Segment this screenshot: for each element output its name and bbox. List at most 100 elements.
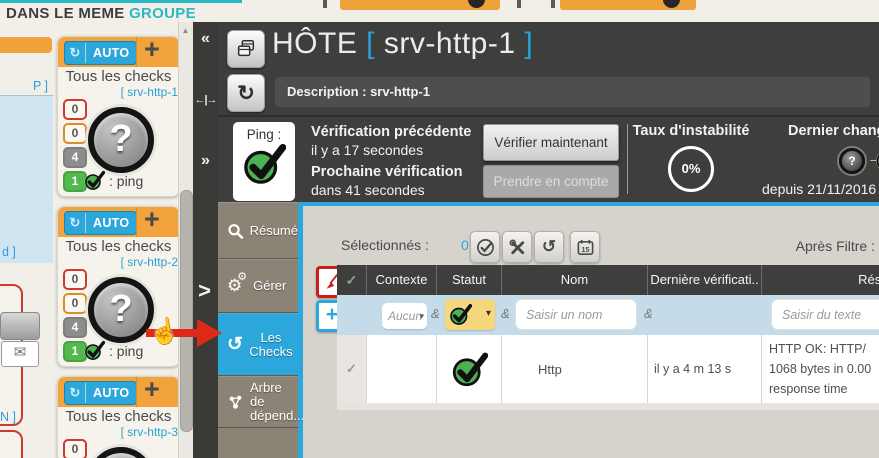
check-row-http[interactable]: ✓ Http il y a 4 m 13 s HTTP OK: HTTP/ 10… bbox=[337, 335, 879, 404]
card-host-name[interactable]: [ srv-http-3 bbox=[121, 425, 178, 439]
ping-label: Ping : bbox=[233, 127, 295, 142]
refresh-button[interactable]: ↻ bbox=[227, 74, 265, 112]
acknowledge-button[interactable]: Prendre en compte bbox=[483, 165, 619, 198]
tools-selection-button[interactable] bbox=[502, 231, 532, 263]
top-orange-fragment bbox=[340, 0, 500, 10]
tab-label: Résumé bbox=[250, 224, 298, 238]
acknowledge-selection-button[interactable] bbox=[470, 231, 500, 263]
bracket-close: ] bbox=[516, 27, 534, 60]
recheck-selection-button[interactable]: ↺ bbox=[534, 231, 564, 263]
fragment-dot-icon bbox=[468, 0, 485, 8]
top-fragment-tick bbox=[551, 0, 555, 8]
annotation-arrow-head bbox=[197, 319, 222, 347]
last-change-since: depuis 21/11/2016 bbox=[762, 181, 876, 197]
collapse-left-icon[interactable]: « bbox=[193, 30, 218, 48]
host-card-srv-http-3[interactable]: ↻ AUTO + Tous les checks [ srv-http-3 0 … bbox=[57, 376, 180, 458]
column-resultat[interactable]: Résultat bbox=[762, 265, 879, 295]
legend-label: : ping bbox=[109, 343, 143, 359]
check-circle-icon bbox=[476, 238, 495, 257]
card-header: ↻ AUTO + bbox=[58, 377, 179, 407]
schedule-selection-button[interactable]: 15 bbox=[570, 231, 600, 263]
tab-label: Les Checks bbox=[249, 331, 293, 359]
windows-stack-button[interactable] bbox=[227, 30, 265, 68]
tools-icon bbox=[508, 238, 527, 257]
edge-card-critical bbox=[0, 430, 23, 458]
cell-contexte bbox=[367, 335, 437, 403]
contexte-filter-value: Aucun bbox=[388, 309, 422, 323]
badge-critical[interactable]: 0 bbox=[63, 99, 87, 120]
refresh-icon: ↻ bbox=[65, 43, 86, 63]
ok-check-icon bbox=[84, 340, 105, 361]
statut-filter-dropdown[interactable]: ▾ bbox=[445, 299, 495, 330]
check-now-button[interactable]: Vérifier maintenant bbox=[483, 124, 619, 161]
selected-count: 0 bbox=[461, 237, 469, 253]
envelope-icon: ✉ bbox=[14, 344, 27, 361]
scrollbar-thumb[interactable] bbox=[180, 190, 193, 432]
scrollbar-up-icon[interactable]: ▲ bbox=[179, 24, 192, 38]
tab-gerer[interactable]: ⚙⚙ Gérer bbox=[218, 259, 298, 313]
tab-arbre-dependances[interactable]: Arbre de dépend... bbox=[218, 376, 298, 428]
host-card-srv-http-1[interactable]: ↻ AUTO + Tous les checks [ srv-http-1 0 … bbox=[57, 36, 180, 197]
auto-refresh-button[interactable]: ↻ AUTO bbox=[64, 381, 137, 405]
ok-check-icon bbox=[449, 303, 472, 326]
tab-resume[interactable]: Résumé bbox=[218, 202, 298, 259]
edge-host-tag: N ] bbox=[0, 410, 16, 424]
row-select-check[interactable]: ✓ bbox=[337, 335, 367, 403]
name-filter-input[interactable] bbox=[515, 299, 637, 330]
chevron-down-icon: ▾ bbox=[419, 303, 424, 329]
windows-stack-icon bbox=[235, 38, 257, 60]
legend-label: : ping bbox=[109, 173, 143, 189]
add-icon[interactable]: + bbox=[144, 206, 160, 235]
header-separator bbox=[218, 115, 879, 117]
select-all-header[interactable]: ✓ bbox=[337, 265, 367, 295]
card-title: Tous les checks bbox=[58, 68, 179, 85]
cell-statut bbox=[437, 335, 502, 403]
resize-handle-icon[interactable]: ←|→ bbox=[193, 94, 218, 106]
top-orange-fragment bbox=[560, 0, 696, 10]
auto-refresh-button[interactable]: ↻ AUTO bbox=[64, 211, 137, 235]
expand-right-icon[interactable]: » bbox=[193, 152, 218, 170]
badge-critical[interactable]: 0 bbox=[63, 269, 87, 290]
column-nom[interactable]: Nom bbox=[502, 265, 648, 295]
after-filter-label: Après Filtre : bbox=[745, 238, 875, 254]
expand-chevron-icon[interactable]: > bbox=[192, 278, 217, 304]
and-separator: & bbox=[644, 306, 653, 321]
next-check-value: dans 41 secondes bbox=[311, 182, 425, 198]
badge-critical[interactable]: 0 bbox=[63, 439, 87, 458]
search-icon bbox=[227, 222, 244, 240]
host-header-panel: HÔTE [ srv-http-1 ] ↻ Description : srv-… bbox=[218, 22, 879, 205]
description-field[interactable]: Description : srv-http-1 bbox=[275, 77, 870, 107]
column-derniere-verification[interactable]: Dernière vérificati.. bbox=[648, 265, 762, 295]
column-statut[interactable]: Statut bbox=[437, 265, 502, 295]
column-contexte[interactable]: Contexte bbox=[367, 265, 437, 295]
auto-refresh-button[interactable]: ↻ AUTO bbox=[64, 41, 137, 65]
card-title: Tous les checks bbox=[58, 408, 179, 425]
same-group-accent: GROUPE bbox=[129, 5, 196, 22]
prev-check-value: il y a 17 secondes bbox=[311, 142, 423, 158]
card-host-name[interactable]: [ srv-http-2 bbox=[121, 255, 178, 269]
resize-left-arrow: ← bbox=[194, 94, 204, 106]
add-icon[interactable]: + bbox=[144, 376, 160, 405]
question-glyph: ? bbox=[109, 288, 132, 330]
badge-unknown[interactable]: 4 bbox=[63, 147, 87, 168]
app-root: DANS LE MEME GROUPE P ] d ] ✉ N ] ↻ AUTO… bbox=[0, 0, 879, 458]
top-accent-line bbox=[0, 0, 242, 3]
edge-gray-button[interactable] bbox=[0, 312, 40, 340]
badge-warning[interactable]: 0 bbox=[63, 293, 87, 314]
panel-splitter[interactable] bbox=[193, 22, 218, 458]
badge-warning[interactable]: 0 bbox=[63, 123, 87, 144]
checks-filter-row: Aucun ▾ & ▾ & & bbox=[337, 295, 879, 335]
host-status-unknown-icon: ? bbox=[88, 277, 154, 343]
add-icon[interactable]: + bbox=[144, 36, 160, 65]
contexte-filter-dropdown[interactable]: Aucun ▾ bbox=[382, 303, 427, 329]
and-separator: & bbox=[501, 306, 510, 321]
notification-button[interactable]: ✉ bbox=[1, 341, 39, 367]
badge-unknown[interactable]: 4 bbox=[63, 317, 87, 338]
gears-icon: ⚙⚙ bbox=[227, 276, 247, 296]
card-host-name[interactable]: [ srv-http-1 bbox=[121, 85, 178, 99]
host-title-label: HÔTE bbox=[272, 27, 366, 60]
result-filter-input[interactable] bbox=[771, 299, 879, 330]
tab-les-checks[interactable]: ↺ Les Checks bbox=[218, 313, 298, 376]
edge-host-tag: d ] bbox=[2, 245, 16, 259]
host-status-unknown-icon: ? bbox=[88, 447, 154, 458]
